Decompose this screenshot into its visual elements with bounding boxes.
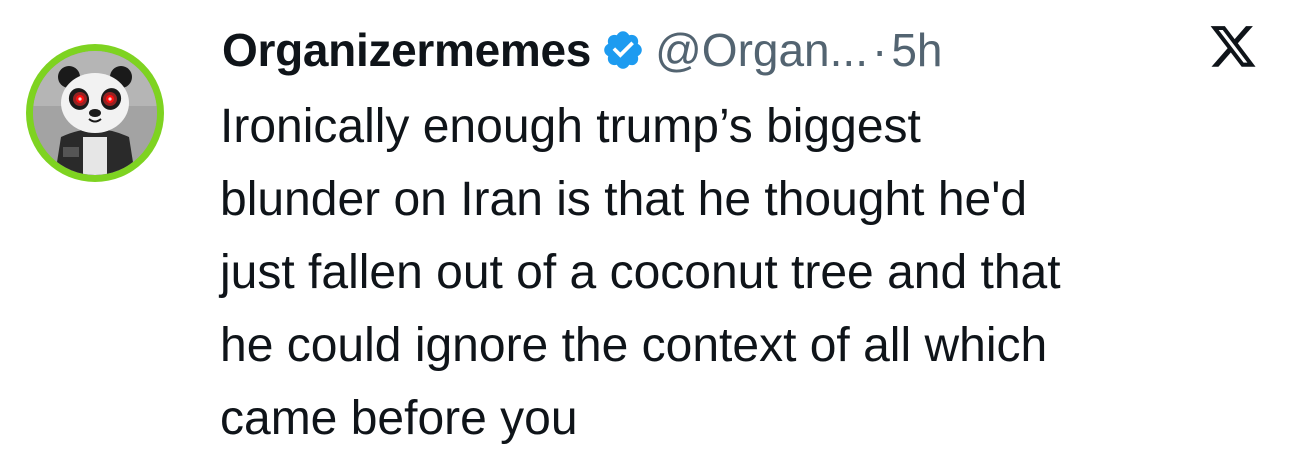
tweet-text-line: just fallen out of a coconut tree and th… — [220, 246, 1061, 299]
tweet-card: Organizermemes @Organ... · 5h Ironically… — [0, 0, 1290, 476]
verified-badge-icon — [604, 31, 642, 69]
tweet-text-line: he could ignore the context of all which — [220, 319, 1048, 372]
author-handle[interactable]: @Organ... — [655, 23, 868, 77]
header-separator: · — [871, 24, 888, 76]
tweet-text-line: came before you — [220, 392, 578, 445]
author-display-name[interactable]: Organizermemes — [222, 23, 591, 77]
tweet-timestamp[interactable]: 5h — [891, 23, 942, 77]
panda-avatar-icon — [33, 51, 157, 175]
avatar-image — [33, 51, 157, 175]
tweet-text-line: Ironically enough trump’s biggest — [220, 100, 921, 153]
tweet-text: Ironically enough trump’s biggest blunde… — [220, 90, 1260, 455]
x-logo-icon[interactable] — [1208, 26, 1258, 72]
avatar[interactable] — [26, 44, 164, 182]
tweet-header: Organizermemes @Organ... · 5h — [222, 18, 942, 82]
tweet-text-line: blunder on Iran is that he thought he'd — [220, 173, 1028, 226]
